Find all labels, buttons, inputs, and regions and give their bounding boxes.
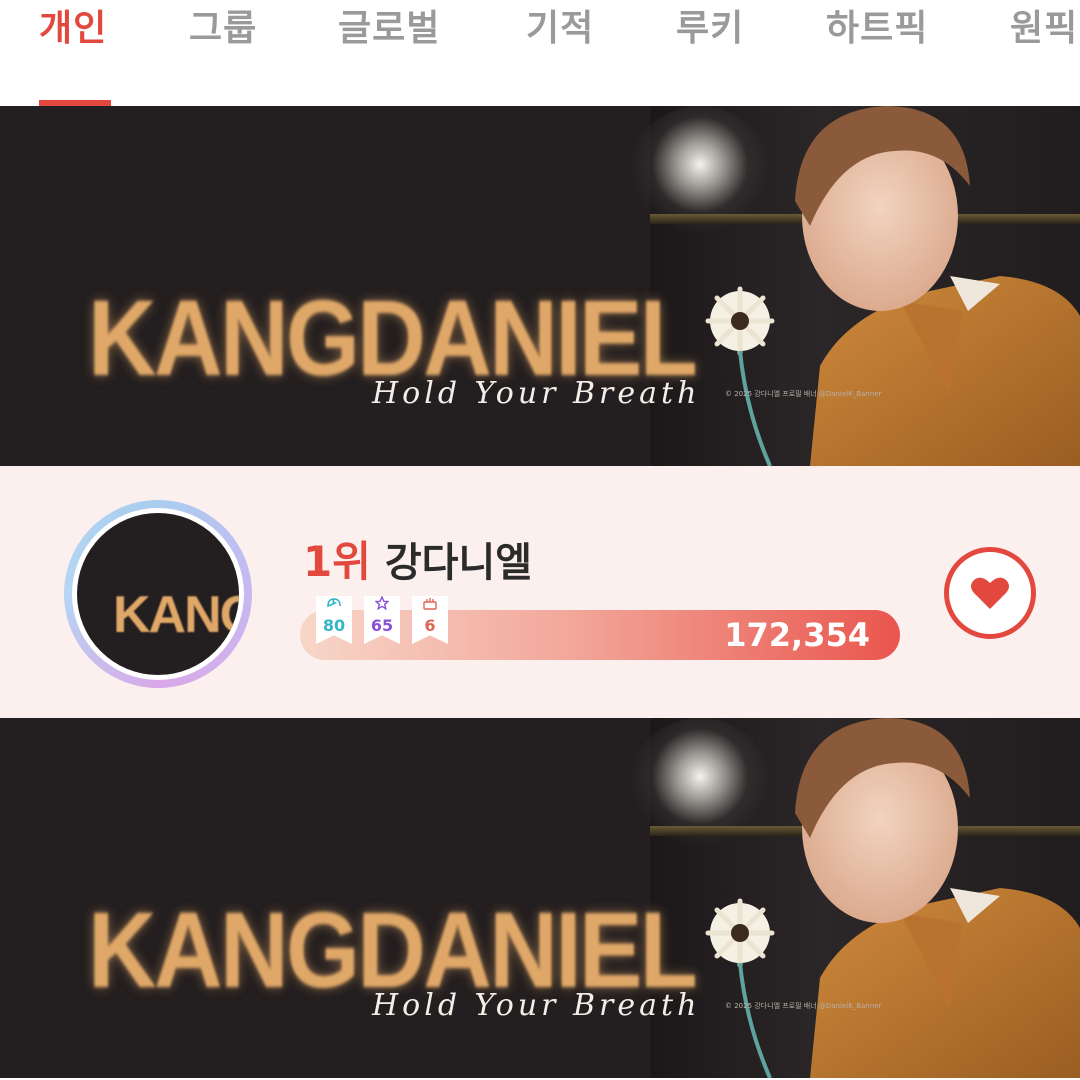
birthday-count: 6 (424, 616, 436, 635)
artist-photo (705, 106, 1080, 466)
profile-banner-2[interactable]: KANGDANIEL Hold Your Breath © 2025 강다니엘 … (0, 718, 1080, 1078)
rank-number: 1위 (303, 537, 371, 586)
star-icon (364, 596, 400, 615)
artist-photo (705, 718, 1080, 1078)
tab-global[interactable]: 글로벌 (338, 4, 440, 54)
tab-rookie[interactable]: 루키 (676, 4, 744, 54)
avatar-text: KANG (113, 586, 239, 644)
heart-icon (971, 577, 1009, 609)
heart-vote-button[interactable] (944, 547, 1036, 639)
tab-onepick[interactable]: 원픽 (1010, 4, 1078, 54)
tab-miracle[interactable]: 기적 (526, 4, 594, 54)
profile-banner[interactable]: KANGDANIEL Hold Your Breath © 2025 강다니엘 … (0, 106, 1080, 466)
angel-wing-icon (316, 596, 352, 615)
vote-count: 172,354 (724, 616, 870, 654)
banner-credit: © 2025 강다니엘 프로필 배너 @DanielK_Banner (725, 1002, 882, 1010)
banner-script-text: Hold Your Breath (372, 376, 701, 411)
tab-individual[interactable]: 개인 (39, 4, 107, 54)
banner-credit: © 2025 강다니엘 프로필 배너 @DanielK_Banner (725, 390, 882, 398)
tab-heartpick[interactable]: 하트픽 (826, 4, 928, 54)
star-count: 65 (370, 616, 394, 635)
rank-title: 1위 강다니엘 (303, 534, 532, 590)
category-tab-bar: 개인 그룹 글로벌 기적 루키 하트픽 원픽 (0, 0, 1080, 106)
banner-script-text: Hold Your Breath (372, 988, 701, 1023)
cake-icon (412, 596, 448, 615)
tab-group[interactable]: 그룹 (189, 4, 257, 54)
avatar-image: KANG (77, 513, 239, 675)
angel-count: 80 (322, 616, 346, 635)
artist-name: 강다니엘 (384, 540, 533, 586)
